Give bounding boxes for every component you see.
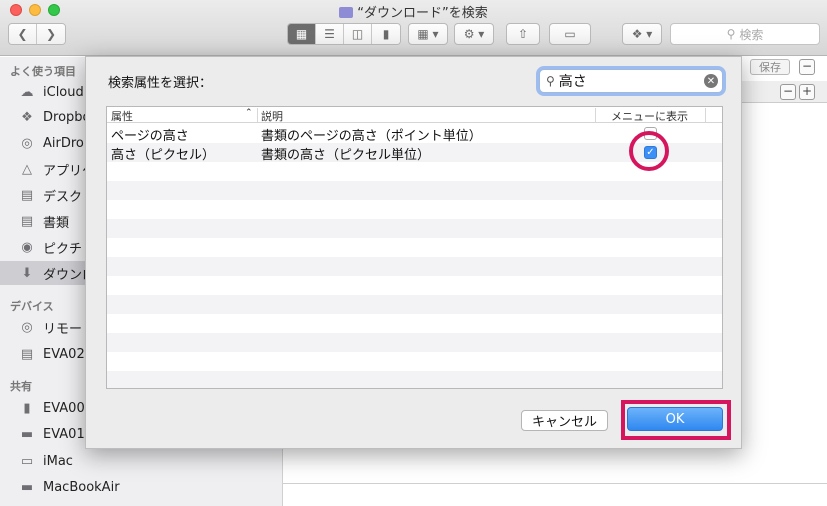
- list-view-button[interactable]: ☰: [316, 24, 344, 44]
- desktop-icon: ▤: [20, 187, 34, 203]
- empty-row: [107, 276, 722, 295]
- attribute-search-value: 高さ: [558, 74, 587, 90]
- coverflow-view-button[interactable]: ▮: [372, 24, 400, 44]
- dropbox-menu-button[interactable]: ❖ ▾: [622, 23, 662, 45]
- table-header: 属性 ⌃ 説明 メニューに表示: [107, 107, 722, 123]
- downloads-icon: ⬇: [21, 265, 33, 281]
- ok-button[interactable]: OK: [627, 407, 723, 431]
- remove-criteria-button[interactable]: −: [799, 59, 815, 75]
- finder-window: “ダウンロード”を検索 ❮ ❯ ▦ ☰ ◫ ▮ ▦ ▾ ⚙ ▾ ⇧ ▭ ❖ ▾ …: [0, 0, 827, 506]
- toolbar: “ダウンロード”を検索 ❮ ❯ ▦ ☰ ◫ ▮ ▦ ▾ ⚙ ▾ ⇧ ▭ ❖ ▾ …: [0, 0, 827, 56]
- attribute-select-dialog: 検索属性を選択： ⚲ 高さ ✕ 属性 ⌃ 説明 メニューに表示 ページの高さ 書…: [85, 56, 742, 449]
- empty-row: [107, 200, 722, 219]
- empty-row: [107, 352, 722, 371]
- description-cell: 書類のページの高さ（ポイント単位）: [261, 129, 482, 144]
- disc-icon: ◎: [21, 319, 33, 335]
- view-mode-group: ▦ ☰ ◫ ▮: [287, 23, 401, 45]
- sidebar-item-imac[interactable]: ▭ iMac: [0, 449, 283, 473]
- empty-row: [107, 371, 722, 388]
- remove-rule-button[interactable]: −: [780, 84, 796, 100]
- sidebar-item-label: Dropbo: [43, 109, 91, 125]
- folder-icon: [339, 7, 354, 18]
- cancel-button[interactable]: キャンセル: [521, 410, 608, 431]
- divider: [283, 483, 827, 484]
- empty-row: [107, 219, 722, 238]
- sidebar-item-label: リモー: [43, 321, 83, 337]
- description-cell: 書類の高さ（ピクセル単位）: [261, 148, 431, 163]
- column-header-show-in-menu[interactable]: メニューに表示: [611, 108, 688, 123]
- empty-row: [107, 162, 722, 181]
- airdrop-icon: ◎: [21, 135, 33, 151]
- attribute-search-field[interactable]: ⚲ 高さ ✕: [539, 69, 723, 93]
- cloud-icon: ☁: [20, 84, 34, 100]
- sidebar-item-label: iMac: [43, 453, 73, 469]
- sidebar-item-label: MacBookAir: [43, 479, 120, 495]
- tags-button[interactable]: ▭: [549, 23, 591, 45]
- sidebar-item-macbookair[interactable]: ▬ MacBookAir: [0, 475, 283, 499]
- attribute-cell: ページの高さ: [111, 129, 189, 144]
- drive-icon: ▬: [20, 426, 34, 442]
- pictures-icon: ◉: [21, 239, 33, 255]
- sidebar-item-label: 書類: [43, 215, 70, 231]
- shared-header: 共有: [10, 380, 32, 393]
- sidebar-item-label: EVA02: [43, 346, 85, 362]
- forward-button[interactable]: ❯: [37, 24, 65, 44]
- devices-header: デバイス: [10, 300, 54, 313]
- column-header-description[interactable]: 説明: [261, 108, 283, 123]
- save-search-button[interactable]: 保存: [750, 59, 790, 75]
- back-forward-group: ❮ ❯: [8, 23, 66, 45]
- window-title-text: “ダウンロード”を検索: [357, 6, 488, 21]
- applications-icon: △: [22, 161, 32, 177]
- sidebar-item-label: デスク: [43, 189, 83, 205]
- add-rule-button[interactable]: +: [799, 84, 815, 100]
- finder-search-field[interactable]: ⚲ 検索: [670, 23, 820, 45]
- search-icon: ⚲: [546, 74, 555, 88]
- sidebar-item-label: EVA00: [43, 400, 85, 416]
- imac-icon: ▭: [20, 453, 34, 469]
- sort-chevron-icon: ⌃: [245, 108, 253, 118]
- clear-search-icon[interactable]: ✕: [704, 74, 718, 88]
- laptop-icon: ▬: [20, 479, 34, 495]
- search-icon: ⚲: [726, 27, 736, 41]
- sidebar-item-label: ピクチ: [43, 241, 83, 257]
- attribute-cell: 高さ（ピクセル）: [111, 148, 216, 163]
- sidebar-item-label: EVA01: [43, 426, 85, 442]
- column-header-attribute[interactable]: 属性: [111, 108, 133, 123]
- search-placeholder: 検索: [739, 27, 764, 42]
- dropbox-icon: ❖: [21, 109, 33, 125]
- share-button[interactable]: ⇧: [506, 23, 540, 45]
- empty-row: [107, 238, 722, 257]
- column-separator: [257, 108, 258, 122]
- dialog-title: 検索属性を選択：: [108, 76, 213, 91]
- empty-row: [107, 314, 722, 333]
- sidebar-item-label: iCloud: [43, 84, 84, 100]
- window-title: “ダウンロード”を検索: [0, 2, 827, 21]
- drive-icon: ▤: [20, 346, 34, 362]
- table-row[interactable]: ページの高さ 書類のページの高さ（ポイント単位）: [107, 124, 722, 144]
- empty-row: [107, 181, 722, 200]
- favorites-header: よく使う項目: [10, 65, 76, 78]
- column-view-button[interactable]: ◫: [344, 24, 372, 44]
- empty-row: [107, 257, 722, 276]
- back-button[interactable]: ❮: [9, 24, 37, 44]
- column-separator: [705, 108, 706, 122]
- column-separator: [595, 108, 596, 122]
- empty-row: [107, 295, 722, 314]
- server-icon: ▮: [23, 400, 31, 416]
- icon-view-button[interactable]: ▦: [288, 24, 316, 44]
- checkbox-highlight-ring: [629, 131, 669, 171]
- documents-icon: ▤: [20, 213, 34, 229]
- arrange-button[interactable]: ▦ ▾: [408, 23, 448, 45]
- empty-row: [107, 333, 722, 352]
- action-gear-button[interactable]: ⚙ ▾: [454, 23, 494, 45]
